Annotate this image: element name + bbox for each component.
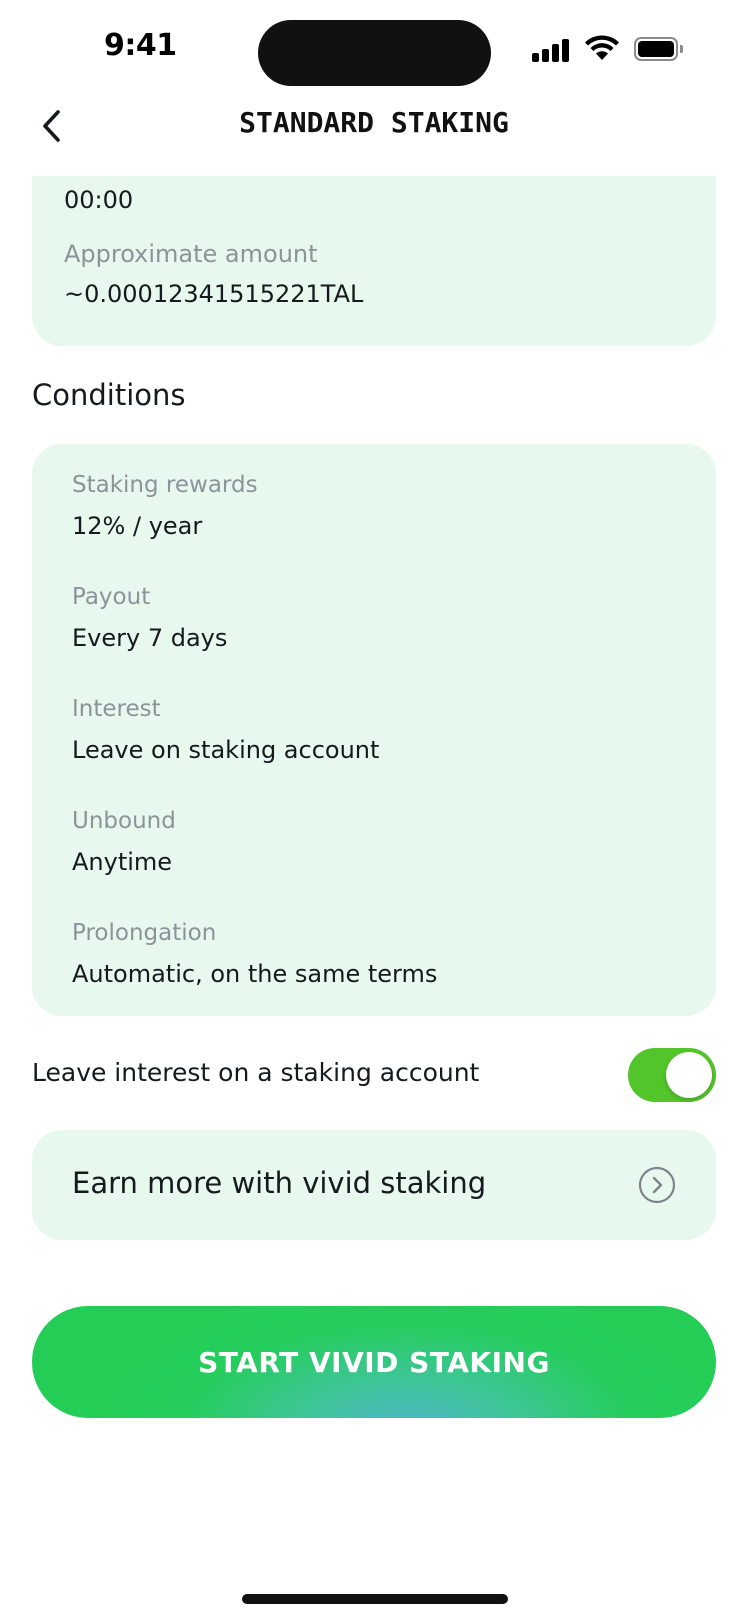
start-time-value: 00:00	[64, 186, 134, 214]
page-title: STANDARD STAKING	[239, 106, 509, 139]
condition-label: Payout	[72, 584, 151, 610]
status-time: 9:41	[104, 28, 177, 63]
condition-label: Staking rewards	[72, 472, 258, 498]
condition-prolongation: Prolongation Automatic, on the same term…	[72, 918, 437, 990]
earn-more-vivid-staking-link[interactable]: Earn more with vivid staking	[32, 1130, 716, 1240]
home-indicator[interactable]	[242, 1594, 508, 1604]
navigation-header: STANDARD STAKING	[0, 96, 748, 176]
condition-value: Leave on staking account	[72, 736, 380, 764]
start-vivid-staking-button[interactable]: START VIVID STAKING	[32, 1306, 716, 1418]
cellular-signal-icon	[532, 38, 572, 62]
condition-payout: Payout Every 7 days	[72, 582, 227, 654]
condition-value: Every 7 days	[72, 624, 228, 652]
battery-icon	[634, 37, 683, 61]
status-bar: 9:41	[0, 0, 748, 100]
wifi-icon	[585, 35, 619, 60]
leave-interest-toggle[interactable]	[628, 1048, 716, 1102]
condition-label: Interest	[72, 696, 161, 722]
approximate-amount-value: ~0.00012341515221TAL	[64, 280, 364, 308]
earn-more-label: Earn more with vivid staking	[72, 1166, 487, 1200]
condition-label: Unbound	[72, 808, 176, 834]
condition-staking-rewards: Staking rewards 12% / year	[72, 470, 258, 542]
conditions-card: Staking rewards 12% / year Payout Every …	[32, 444, 716, 1016]
start-vivid-staking-label: START VIVID STAKING	[198, 1345, 550, 1379]
condition-value: Anytime	[72, 848, 173, 876]
leave-interest-label: Leave interest on a staking account	[32, 1058, 480, 1087]
approximate-amount-label: Approximate amount	[64, 240, 318, 268]
chevron-right-circle-icon	[638, 1166, 676, 1204]
condition-value: 12% / year	[72, 512, 203, 540]
condition-label: Prolongation	[72, 920, 217, 946]
condition-value: Automatic, on the same terms	[72, 960, 438, 988]
dynamic-island	[258, 20, 491, 86]
leave-interest-row: Leave interest on a staking account	[32, 1048, 716, 1104]
toggle-knob	[666, 1052, 712, 1098]
conditions-title: Conditions	[32, 378, 186, 412]
condition-interest: Interest Leave on staking account	[72, 694, 379, 766]
condition-unbound: Unbound Anytime	[72, 806, 176, 878]
